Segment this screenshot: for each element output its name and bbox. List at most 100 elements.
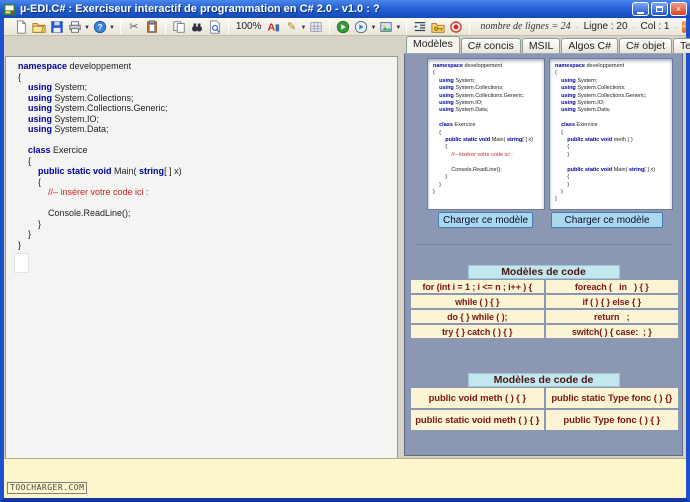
toolbar-separator xyxy=(165,20,166,34)
models-panel: ModèlesC# concisMSILAlgos C#C# objetTest… xyxy=(404,36,683,456)
code-line: class Exercice xyxy=(18,145,397,156)
close-button[interactable]: × xyxy=(670,2,687,16)
tab-msil[interactable]: MSIL xyxy=(522,38,561,53)
code-model-cell[interactable]: while ( ) { } xyxy=(411,295,544,308)
code-line: { xyxy=(555,174,672,181)
cut-icon[interactable]: ✂ xyxy=(126,19,142,34)
code-line: using System; xyxy=(18,82,397,93)
toolbar-separator xyxy=(469,20,470,34)
code-line: using System.IO; xyxy=(433,100,544,107)
tab-algos-c-[interactable]: Algos C# xyxy=(561,38,618,53)
insert-image-icon[interactable] xyxy=(378,19,394,34)
pencil-icon[interactable]: ✎ xyxy=(283,19,299,34)
execute-icon[interactable] xyxy=(335,19,351,34)
load-model-left-button[interactable]: Charger ce modèle xyxy=(438,212,533,228)
indent-icon[interactable] xyxy=(412,19,428,34)
code-model-cell[interactable]: try { } catch ( ) { } xyxy=(411,325,544,338)
permissions-icon[interactable] xyxy=(430,19,446,34)
titlebar: µ-EDI.C# : Exerciseur interactif de prog… xyxy=(0,0,690,18)
code-line: } xyxy=(18,229,397,240)
code-editor[interactable]: namespace developpement{ using System; u… xyxy=(5,56,398,471)
model-preview-right[interactable]: namespace developpement{ using System; u… xyxy=(549,58,673,210)
code-line: namespace developpement xyxy=(433,63,544,70)
status-group: nombre de lignes = 24 · Ligne : 20 · Col… xyxy=(480,21,682,32)
code-line: using System.Collections.Generic; xyxy=(555,93,672,100)
copy-icon[interactable] xyxy=(171,19,187,34)
code-line: using System.Data; xyxy=(18,124,397,135)
code-line: } xyxy=(555,189,672,196)
image-dropdown-icon[interactable]: ▼ xyxy=(395,25,401,31)
method-models-header: Modèles de code de xyxy=(468,373,620,387)
pencil-dropdown-icon[interactable]: ▼ xyxy=(300,25,306,31)
code-line: using System.Collections; xyxy=(18,93,397,104)
code-model-cell[interactable]: if ( ) { } else { } xyxy=(546,295,679,308)
code-line: } xyxy=(555,196,672,203)
help-dropdown-icon[interactable]: ▼ xyxy=(109,25,115,31)
status-separator: · xyxy=(633,22,636,32)
code-model-cell[interactable]: switch( ) { case: ; } xyxy=(546,325,679,338)
code-line: using System; xyxy=(433,78,544,85)
status-separator: · xyxy=(674,22,677,32)
tab-mod-les[interactable]: Modèles xyxy=(406,36,460,53)
svg-text:?: ? xyxy=(98,23,103,32)
toolbar-separator xyxy=(228,20,229,34)
code-model-cell[interactable]: for (int i = 1 ; i <= n ; i++ ) { xyxy=(411,280,544,293)
new-document-icon[interactable] xyxy=(13,19,29,34)
run-options-icon[interactable] xyxy=(353,19,369,34)
svg-text:A: A xyxy=(268,21,276,33)
code-line: using System; xyxy=(555,78,672,85)
tab-c-concis[interactable]: C# concis xyxy=(461,38,521,53)
code-line: namespace developpement xyxy=(18,61,397,72)
code-line: { xyxy=(555,144,672,151)
code-model-cell[interactable]: public static Type fonc ( ) {} xyxy=(546,388,679,408)
insert-table-icon[interactable] xyxy=(308,19,324,34)
print-dropdown-icon[interactable]: ▼ xyxy=(84,25,90,31)
load-model-right-button[interactable]: Charger ce modèle xyxy=(551,212,663,228)
code-model-cell[interactable]: return ; xyxy=(546,310,679,323)
code-line: { xyxy=(18,72,397,83)
toolbar-overflow-button[interactable]: » xyxy=(682,21,685,33)
font-color-icon[interactable]: A xyxy=(265,19,281,34)
find-icon[interactable] xyxy=(189,19,205,34)
record-icon[interactable] xyxy=(448,19,464,34)
code-model-cell[interactable]: public static void meth ( ) { } xyxy=(411,410,544,430)
code-line: { xyxy=(433,70,544,77)
run-dropdown-icon[interactable]: ▼ xyxy=(370,25,376,31)
code-model-cell[interactable]: public void meth ( ) { } xyxy=(411,388,544,408)
main-area: namespace developpement{ using System; u… xyxy=(4,36,686,458)
window-frame: ▼ ? ▼ ✂ 100% A ✎ ▼ ▼ ▼ xyxy=(0,18,690,502)
code-line: } xyxy=(555,152,672,159)
code-line: } xyxy=(18,219,397,230)
find-in-document-icon[interactable] xyxy=(207,19,223,34)
help-icon[interactable]: ? xyxy=(92,19,108,34)
zoom-level-label: 100% xyxy=(236,21,262,32)
code-line: //– insérer votre code ici : xyxy=(18,187,397,198)
print-icon[interactable] xyxy=(67,19,83,34)
tab-c-objet[interactable]: C# objet xyxy=(619,38,672,53)
toolbar-separator xyxy=(120,20,121,34)
code-line xyxy=(18,135,397,146)
editor-code: namespace developpement{ using System; u… xyxy=(6,57,397,250)
line-label: Ligne : 20 xyxy=(584,21,628,32)
code-line: { xyxy=(18,177,397,188)
tab-page-modeles: namespace developpement{ using System; u… xyxy=(404,53,683,456)
code-model-cell[interactable]: public Type fonc ( ) { } xyxy=(546,410,679,430)
code-line: { xyxy=(433,130,544,137)
minimize-button[interactable] xyxy=(632,2,649,16)
model-preview-left[interactable]: namespace developpement{ using System; u… xyxy=(427,58,545,210)
code-line: class Exercice xyxy=(433,122,544,129)
maximize-button[interactable] xyxy=(651,2,668,16)
maximize-icon xyxy=(656,6,663,12)
open-file-icon[interactable] xyxy=(31,19,47,34)
code-model-cell[interactable]: do { } while ( ); xyxy=(411,310,544,323)
app-icon xyxy=(3,3,16,16)
window-title: µ-EDI.C# : Exerciseur interactif de prog… xyxy=(20,3,632,15)
code-line: using System.Data; xyxy=(555,107,672,114)
paste-icon[interactable] xyxy=(144,19,160,34)
code-model-cell[interactable]: foreach ( in ) { } xyxy=(546,280,679,293)
code-line xyxy=(555,115,672,122)
column-label: Col : 1 xyxy=(641,21,670,32)
save-icon[interactable] xyxy=(49,19,65,34)
tab-testez-vous[interactable]: Testez vous xyxy=(673,38,690,53)
model-left-code: namespace developpement{ using System; u… xyxy=(428,59,544,196)
